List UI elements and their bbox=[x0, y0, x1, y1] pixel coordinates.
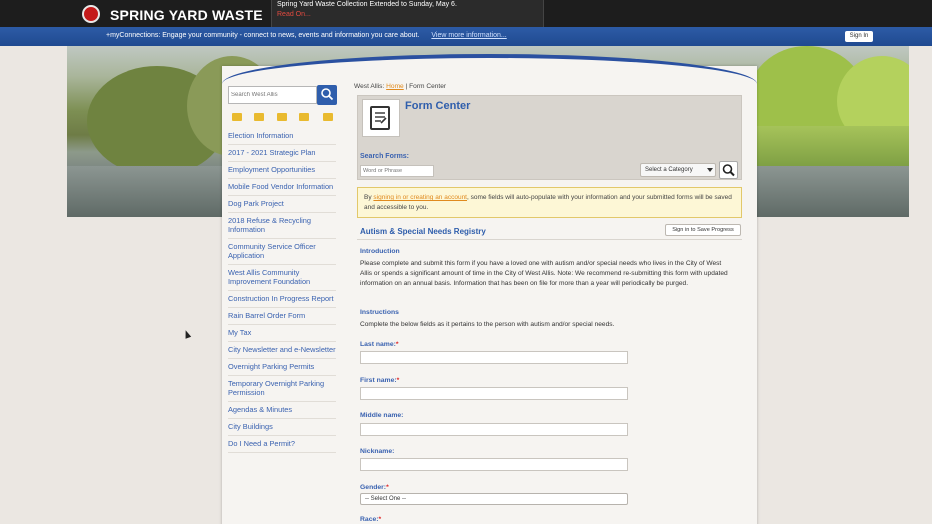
alert-box: Spring Yard Waste Collection Extended to… bbox=[271, 0, 544, 27]
first-name-field[interactable] bbox=[360, 387, 628, 400]
divider bbox=[357, 239, 742, 240]
race-label-text: Race: bbox=[360, 516, 379, 523]
site-search-button[interactable] bbox=[317, 85, 337, 105]
connections-bar: +myConnections: Engage your community - … bbox=[0, 27, 932, 46]
logo-icon bbox=[82, 5, 100, 23]
search-icon bbox=[321, 88, 334, 101]
gender-label-text: Gender: bbox=[360, 484, 387, 491]
alert-read-on-link[interactable]: Read On... bbox=[277, 11, 311, 18]
translate-icon[interactable] bbox=[254, 113, 264, 121]
sidebar-item-election[interactable]: Election Information bbox=[228, 128, 336, 145]
category-select[interactable]: Select a Category bbox=[640, 163, 716, 177]
logo-text[interactable]: SPRING YARD WASTE bbox=[110, 7, 263, 23]
sidebar-item-rain-barrel[interactable]: Rain Barrel Order Form bbox=[228, 308, 336, 325]
instructions-text: Complete the below fields as it pertains… bbox=[360, 321, 615, 328]
introduction-text: Please complete and submit this form if … bbox=[360, 260, 728, 287]
view-more-link[interactable]: View more information... bbox=[431, 32, 506, 39]
notice-by: By bbox=[364, 194, 374, 201]
home-icon[interactable] bbox=[232, 113, 242, 121]
sidebar-item-temp-parking[interactable]: Temporary Overnight Parking Permission bbox=[228, 376, 336, 402]
sidebar-item-buildings[interactable]: City Buildings bbox=[228, 419, 336, 436]
required-mark: * bbox=[378, 516, 382, 523]
nickname-label: Nickname: bbox=[360, 448, 395, 455]
form-search-button[interactable] bbox=[719, 161, 738, 179]
sidebar-item-agendas[interactable]: Agendas & Minutes bbox=[228, 402, 336, 419]
save-progress-button[interactable]: Sign in to Save Progress bbox=[665, 224, 741, 236]
instructions-heading: Instructions bbox=[360, 309, 399, 316]
email-icon[interactable] bbox=[323, 113, 333, 121]
middle-name-field[interactable] bbox=[360, 423, 628, 436]
breadcrumb-current: | Form Center bbox=[405, 83, 447, 90]
print-icon[interactable] bbox=[277, 113, 287, 121]
breadcrumb: West Allis: Home | Form Center bbox=[354, 83, 446, 90]
form-document-icon bbox=[370, 106, 390, 130]
required-mark: * bbox=[396, 377, 400, 384]
sidebar-item-employment[interactable]: Employment Opportunities bbox=[228, 162, 336, 179]
connections-text: +myConnections: Engage your community - … bbox=[106, 32, 507, 39]
sidebar-item-permit[interactable]: Do I Need a Permit? bbox=[228, 436, 336, 453]
last-name-label: Last name:* bbox=[360, 341, 399, 348]
gender-select[interactable]: -- Select One -- bbox=[360, 493, 628, 505]
sidebar-nav: Election Information 2017 - 2021 Strateg… bbox=[228, 128, 336, 453]
last-name-label-text: Last name: bbox=[360, 341, 396, 348]
sidebar-item-newsletter[interactable]: City Newsletter and e-Newsletter bbox=[228, 342, 336, 359]
search-forms-label: Search Forms: bbox=[360, 153, 410, 160]
sidebar-item-construction[interactable]: Construction In Progress Report bbox=[228, 291, 336, 308]
mouse-cursor-icon bbox=[182, 329, 192, 339]
sidebar-item-my-tax[interactable]: My Tax bbox=[228, 325, 336, 342]
grass-area bbox=[757, 126, 909, 166]
search-icon bbox=[722, 164, 735, 177]
sidebar-item-strategic-plan[interactable]: 2017 - 2021 Strategic Plan bbox=[228, 145, 336, 162]
sidebar-item-foundation[interactable]: West Allis Community Improvement Foundat… bbox=[228, 265, 336, 291]
breadcrumb-home-link[interactable]: Home bbox=[386, 83, 404, 90]
sidebar-item-dog-park[interactable]: Dog Park Project bbox=[228, 196, 336, 213]
sidebar-item-overnight-parking[interactable]: Overnight Parking Permits bbox=[228, 359, 336, 376]
first-name-label: First name:* bbox=[360, 377, 399, 384]
alert-text[interactable]: Spring Yard Waste Collection Extended to… bbox=[277, 1, 457, 8]
sign-in-notice: By signing in or creating an account, so… bbox=[357, 187, 742, 218]
notice-sign-in-link[interactable]: signing in or creating an account bbox=[373, 194, 467, 201]
share-icon[interactable] bbox=[299, 113, 309, 121]
sign-in-button[interactable]: Sign In bbox=[845, 31, 873, 42]
race-label: Race:* bbox=[360, 516, 381, 523]
page-title: Form Center bbox=[405, 100, 471, 112]
last-name-field[interactable] bbox=[360, 351, 628, 364]
connections-message: +myConnections: Engage your community - … bbox=[106, 32, 420, 39]
search-forms-input[interactable] bbox=[360, 165, 434, 177]
top-alert-bar: SPRING YARD WASTE Spring Yard Waste Coll… bbox=[0, 0, 932, 27]
sidebar-item-cso[interactable]: Community Service Officer Application bbox=[228, 239, 336, 265]
breadcrumb-prefix: West Allis: bbox=[354, 83, 385, 90]
gender-label: Gender:* bbox=[360, 484, 389, 491]
required-mark: * bbox=[386, 484, 389, 491]
sidebar-item-food-vendor[interactable]: Mobile Food Vendor Information bbox=[228, 179, 336, 196]
introduction-heading: Introduction bbox=[360, 248, 400, 255]
first-name-label-text: First name: bbox=[360, 377, 397, 384]
form-title: Autism & Special Needs Registry bbox=[360, 227, 486, 236]
sidebar-item-refuse[interactable]: 2018 Refuse & Recycling Information bbox=[228, 213, 336, 239]
middle-name-label: Middle name: bbox=[360, 412, 404, 419]
site-search-input[interactable] bbox=[228, 86, 317, 104]
required-mark: * bbox=[395, 341, 399, 348]
nickname-field[interactable] bbox=[360, 458, 628, 471]
form-lines-icon bbox=[375, 112, 387, 124]
chevron-down-icon bbox=[707, 168, 713, 172]
